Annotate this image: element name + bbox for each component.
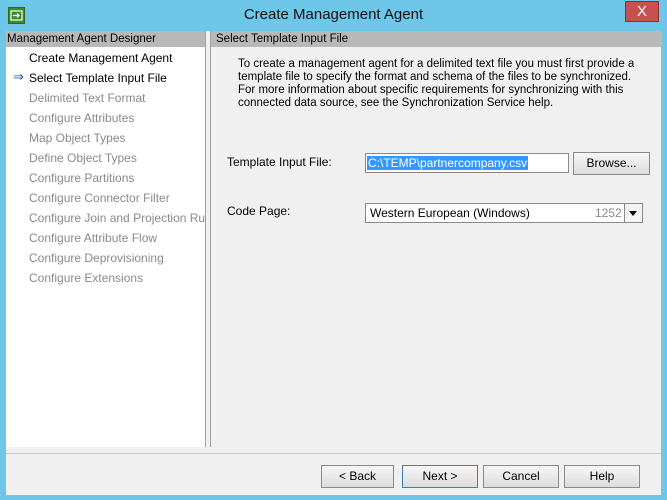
sidebar-item-map-object-types: Map Object Types xyxy=(6,131,205,151)
sidebar-item-configure-join-projection: Configure Join and Projection Rules xyxy=(6,211,220,231)
sidebar-item-select-template-input-file[interactable]: ⇒ Select Template Input File xyxy=(6,69,205,91)
sidebar-item-label: Configure Deprovisioning xyxy=(29,251,164,265)
sidebar-item-label: Configure Extensions xyxy=(29,271,144,285)
cancel-button[interactable]: Cancel xyxy=(483,465,559,488)
template-input-label: Template Input File: xyxy=(227,155,332,169)
template-input-value: C:\TEMP\partnercompany.csv xyxy=(367,156,529,170)
sidebar-item-configure-deprovisioning: Configure Deprovisioning xyxy=(6,251,205,271)
sidebar-item-configure-extensions: Configure Extensions xyxy=(6,271,205,291)
sidebar-item-configure-connector-filter: Configure Connector Filter xyxy=(6,191,205,211)
template-input-field[interactable]: C:\TEMP\partnercompany.csv xyxy=(365,153,569,173)
code-page-number: 1252 xyxy=(595,206,622,220)
sidebar-item-label: Configure Connector Filter xyxy=(29,191,170,205)
sidebar-item-define-object-types: Define Object Types xyxy=(6,151,205,171)
current-step-arrow-icon: ⇒ xyxy=(13,69,24,84)
step-list: Create Management Agent ⇒ Select Template… xyxy=(6,51,220,291)
sidebar-item-create-management-agent[interactable]: Create Management Agent xyxy=(6,51,205,71)
sidebar-item-delimited-text-format: Delimited Text Format xyxy=(6,91,205,111)
code-page-select[interactable]: Western European (Windows) 1252 xyxy=(365,203,643,223)
footer-divider xyxy=(6,453,661,454)
sidebar-item-label: Configure Partitions xyxy=(29,171,135,185)
sidebar-item-label: Configure Attributes xyxy=(29,111,135,125)
sidebar-item-label: Configure Attribute Flow xyxy=(29,231,158,245)
code-page-value: Western European (Windows) xyxy=(370,206,530,220)
window: Create Management Agent X Management Age… xyxy=(0,0,667,500)
sidebar-header: Management Agent Designer xyxy=(6,31,205,47)
sidebar-item-configure-attribute-flow: Configure Attribute Flow xyxy=(6,231,205,251)
title-bar: Create Management Agent X xyxy=(0,0,667,31)
close-button[interactable]: X xyxy=(625,1,659,22)
sidebar-item-configure-partitions: Configure Partitions xyxy=(6,171,205,191)
description-text: To create a management agent for a delim… xyxy=(238,58,635,109)
back-button[interactable]: < Back xyxy=(321,465,394,488)
sidebar-item-configure-attributes: Configure Attributes xyxy=(6,111,205,131)
designer-sidebar: Management Agent Designer Create Managem… xyxy=(6,31,220,447)
sidebar-item-label: Map Object Types xyxy=(29,131,126,145)
page-title: Select Template Input File xyxy=(211,31,662,47)
dialog-client: Management Agent Designer Create Managem… xyxy=(6,31,662,495)
sidebar-item-label: Configure Join and Projection Rules xyxy=(29,211,221,225)
chevron-down-icon[interactable] xyxy=(624,204,642,222)
help-button[interactable]: Help xyxy=(564,465,640,488)
window-title: Create Management Agent xyxy=(243,6,424,23)
next-button[interactable]: Next > xyxy=(402,465,478,488)
sidebar-item-label: Select Template Input File xyxy=(29,71,167,85)
sidebar-item-label: Define Object Types xyxy=(29,151,137,165)
main-pane: Select Template Input File To create a m… xyxy=(210,31,662,447)
sidebar-item-label: Delimited Text Format xyxy=(29,91,146,105)
sidebar-item-label: Create Management Agent xyxy=(29,51,173,65)
browse-button[interactable]: Browse... xyxy=(573,152,650,175)
code-page-label: Code Page: xyxy=(227,204,291,218)
